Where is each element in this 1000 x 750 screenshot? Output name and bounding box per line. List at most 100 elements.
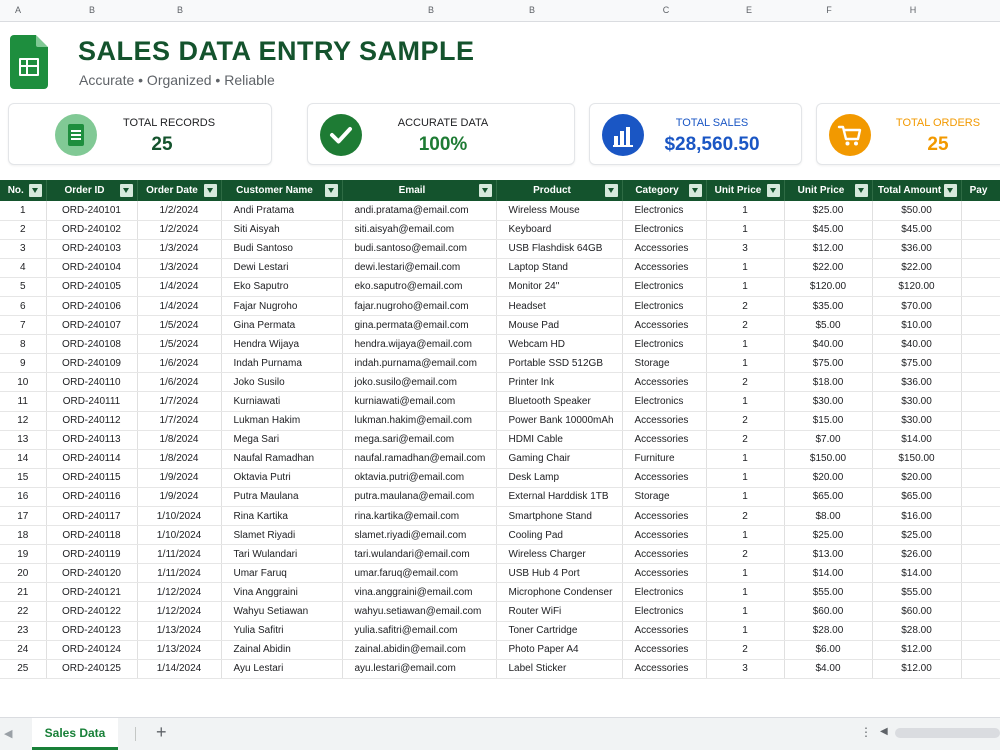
filter-dropdown-icon[interactable]: [766, 184, 780, 197]
filter-dropdown-icon[interactable]: [604, 184, 618, 197]
cell-unit-price[interactable]: $28.00: [784, 621, 873, 641]
cell-product[interactable]: Wireless Charger: [496, 544, 623, 565]
cell-order-date[interactable]: 1/10/2024: [137, 506, 222, 527]
cell-email[interactable]: slamet.riyadi@email.com: [342, 525, 497, 546]
cell-customer-name[interactable]: Oktavia Putri: [221, 468, 343, 488]
cell-product[interactable]: Gaming Chair: [496, 449, 623, 469]
cell-email[interactable]: mega.sari@email.com: [342, 430, 497, 450]
cell-customer-name[interactable]: Budi Santoso: [221, 239, 343, 259]
cell-order-id[interactable]: ORD-240105: [46, 277, 138, 297]
cell-no[interactable]: 6: [0, 296, 47, 317]
cell-customer-name[interactable]: Mega Sari: [221, 430, 343, 450]
cell-unit-price[interactable]: $150.00: [784, 449, 873, 469]
horizontal-scrollbar[interactable]: [895, 728, 1000, 738]
cell-payment[interactable]: [961, 430, 1000, 450]
header-category[interactable]: Category: [622, 180, 707, 201]
cell-order-id[interactable]: ORD-240113: [46, 430, 138, 450]
cell-order-date[interactable]: 1/8/2024: [137, 430, 222, 450]
cell-customer-name[interactable]: Umar Faruq: [221, 563, 343, 584]
cell-category[interactable]: Accessories: [622, 544, 707, 565]
cell-payment[interactable]: [961, 258, 1000, 278]
cell-payment[interactable]: [961, 220, 1000, 240]
cell-customer-name[interactable]: Zainal Abidin: [221, 640, 343, 660]
cell-email[interactable]: tari.wulandari@email.com: [342, 544, 497, 565]
cell-order-id[interactable]: ORD-240110: [46, 372, 138, 393]
cell-no[interactable]: 14: [0, 449, 47, 469]
cell-product[interactable]: Wireless Mouse: [496, 201, 623, 221]
cell-quantity[interactable]: 2: [706, 640, 785, 660]
cell-unit-price[interactable]: $14.00: [784, 563, 873, 584]
cell-total-amount[interactable]: $70.00: [872, 296, 962, 317]
cell-customer-name[interactable]: Dewi Lestari: [221, 258, 343, 278]
cell-payment[interactable]: [961, 315, 1000, 336]
cell-category[interactable]: Accessories: [622, 506, 707, 527]
cell-order-date[interactable]: 1/4/2024: [137, 296, 222, 317]
cell-email[interactable]: naufal.ramadhan@email.com: [342, 449, 497, 469]
cell-category[interactable]: Accessories: [622, 411, 707, 431]
cell-quantity[interactable]: 1: [706, 601, 785, 622]
cell-quantity[interactable]: 2: [706, 315, 785, 336]
cell-no[interactable]: 18: [0, 525, 47, 546]
cell-order-date[interactable]: 1/7/2024: [137, 411, 222, 431]
cell-no[interactable]: 19: [0, 544, 47, 565]
cell-customer-name[interactable]: Joko Susilo: [221, 372, 343, 393]
cell-email[interactable]: hendra.wijaya@email.com: [342, 334, 497, 355]
cell-email[interactable]: zainal.abidin@email.com: [342, 640, 497, 660]
cell-no[interactable]: 13: [0, 430, 47, 450]
cell-product[interactable]: Router WiFi: [496, 601, 623, 622]
cell-product[interactable]: Mouse Pad: [496, 315, 623, 336]
cell-no[interactable]: 23: [0, 621, 47, 641]
cell-payment[interactable]: [961, 201, 1000, 221]
cell-category[interactable]: Electronics: [622, 582, 707, 603]
cell-order-id[interactable]: ORD-240120: [46, 563, 138, 584]
cell-unit-price[interactable]: $13.00: [784, 544, 873, 565]
cell-unit-price[interactable]: $60.00: [784, 601, 873, 622]
cell-order-date[interactable]: 1/8/2024: [137, 449, 222, 469]
cell-category[interactable]: Accessories: [622, 239, 707, 259]
cell-customer-name[interactable]: Slamet Riyadi: [221, 525, 343, 546]
cell-no[interactable]: 5: [0, 277, 47, 297]
cell-no[interactable]: 16: [0, 487, 47, 508]
filter-dropdown-icon[interactable]: [28, 184, 42, 197]
header-order-id[interactable]: Order ID: [46, 180, 138, 201]
cell-payment[interactable]: [961, 640, 1000, 660]
cell-category[interactable]: Accessories: [622, 563, 707, 584]
cell-email[interactable]: andi.pratama@email.com: [342, 201, 497, 221]
cell-email[interactable]: joko.susilo@email.com: [342, 372, 497, 393]
cell-email[interactable]: umar.faruq@email.com: [342, 563, 497, 584]
cell-payment[interactable]: [961, 411, 1000, 431]
cell-customer-name[interactable]: Rina Kartika: [221, 506, 343, 527]
cell-email[interactable]: eko.saputro@email.com: [342, 277, 497, 297]
cell-quantity[interactable]: 3: [706, 239, 785, 259]
header-total-amount[interactable]: Total Amount: [872, 180, 962, 201]
cell-order-id[interactable]: ORD-240117: [46, 506, 138, 527]
cell-category[interactable]: Accessories: [622, 372, 707, 393]
cell-unit-price[interactable]: $8.00: [784, 506, 873, 527]
cell-payment[interactable]: [961, 525, 1000, 546]
cell-payment[interactable]: [961, 506, 1000, 527]
cell-quantity[interactable]: 2: [706, 372, 785, 393]
cell-order-id[interactable]: ORD-240116: [46, 487, 138, 508]
cell-order-id[interactable]: ORD-240103: [46, 239, 138, 259]
cell-total-amount[interactable]: $20.00: [872, 468, 962, 488]
cell-email[interactable]: oktavia.putri@email.com: [342, 468, 497, 488]
header-payment[interactable]: Pay: [961, 180, 1000, 201]
cell-quantity[interactable]: 1: [706, 353, 785, 374]
cell-product[interactable]: Microphone Condenser: [496, 582, 623, 603]
cell-customer-name[interactable]: Tari Wulandari: [221, 544, 343, 565]
cell-order-date[interactable]: 1/11/2024: [137, 544, 222, 565]
filter-dropdown-icon[interactable]: [324, 184, 338, 197]
column-letter[interactable]: B: [89, 5, 95, 15]
cell-no[interactable]: 8: [0, 334, 47, 355]
cell-category[interactable]: Storage: [622, 487, 707, 508]
cell-total-amount[interactable]: $30.00: [872, 411, 962, 431]
cell-product[interactable]: USB Hub 4 Port: [496, 563, 623, 584]
cell-category[interactable]: Accessories: [622, 258, 707, 278]
cell-total-amount[interactable]: $26.00: [872, 544, 962, 565]
cell-no[interactable]: 10: [0, 372, 47, 393]
cell-order-date[interactable]: 1/2/2024: [137, 220, 222, 240]
cell-order-date[interactable]: 1/3/2024: [137, 258, 222, 278]
cell-customer-name[interactable]: Hendra Wijaya: [221, 334, 343, 355]
column-letter[interactable]: C: [663, 5, 670, 15]
cell-order-id[interactable]: ORD-240106: [46, 296, 138, 317]
